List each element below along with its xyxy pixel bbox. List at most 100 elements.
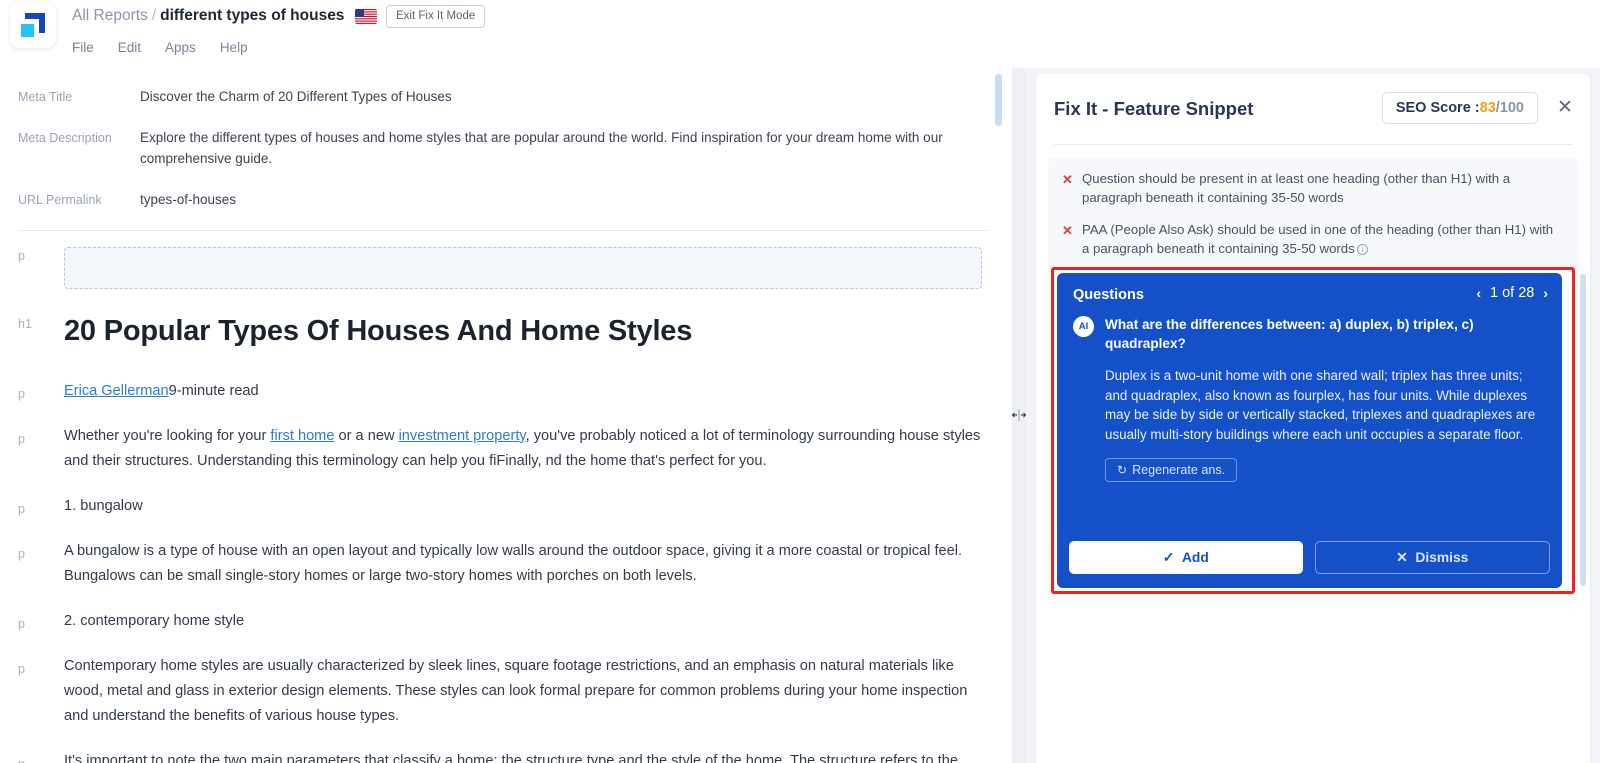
empty-paragraph-placeholder[interactable] [64,247,982,289]
prev-question-icon[interactable]: ‹ [1476,285,1481,301]
seo-score-total: /100 [1495,100,1524,116]
heading-row: h1 20 Popular Types Of Houses And Home S… [0,309,1012,351]
bungalow-paragraph[interactable]: A bungalow is a type of house with an op… [64,539,982,589]
first-home-link[interactable]: first home [270,428,334,444]
close-icon[interactable]: ✕ [1554,98,1576,120]
exit-fix-it-mode-button[interactable]: Exit Fix It Mode [386,5,486,28]
question-card-header: Questions ‹ 1 of 28 › [1057,273,1562,315]
add-label: Add [1181,549,1209,565]
seo-score-label: SEO Score : [1395,100,1480,116]
warning-item: ✕ PAA (People Also Ask) should be used i… [1062,221,1564,258]
question-pager: ‹ 1 of 28 › [1476,285,1548,301]
panel-scrollbar-thumb[interactable] [1580,274,1586,586]
menu-bar: File Edit Apps Help [72,40,248,55]
question-text: What are the differences between: a) dup… [1105,317,1474,351]
contemporary-paragraph[interactable]: Contemporary home styles are usually cha… [64,654,982,729]
regenerate-answer-button[interactable]: ↻ Regenerate ans. [1105,458,1238,482]
tag-p: p [18,617,25,631]
structure-paragraph-row: p It's important to note the two main pa… [0,749,1012,763]
questions-label: Questions [1073,287,1144,303]
dismiss-button[interactable]: ✕ Dismiss [1314,541,1550,574]
bungalow-heading[interactable]: 1. bungalow [64,494,143,519]
url-permalink-value[interactable]: types-of-houses [140,189,236,210]
meta-fields: Meta Title Discover the Charm of 20 Diff… [0,68,1012,231]
warning-text: PAA (People Also Ask) should be used in … [1082,221,1564,258]
author-link[interactable]: Erica Gellerman [64,383,169,399]
info-icon[interactable]: i [1356,243,1368,255]
tag-p: p [18,432,25,446]
menu-apps[interactable]: Apps [165,40,196,55]
tag-p: p [18,662,25,676]
bungalow-heading-row: p 1. bungalow [0,494,1012,519]
panel-title: Fix It - Feature Snippet [1054,98,1254,119]
warning-item: ✕ Question should be present in at least… [1062,170,1564,207]
meta-description-value[interactable]: Explore the different types of houses an… [140,127,960,169]
question-card-body: AI What are the differences between: a) … [1057,315,1562,444]
read-time: 9-minute read [168,383,259,399]
ai-badge-icon: AI [1073,316,1094,337]
warning-text-body: PAA (People Also Ask) should be used in … [1082,222,1554,256]
byline-text[interactable]: Erica Gellerman9-minute read [64,379,259,404]
seo-warnings-list: ✕ Question should be present in at least… [1048,158,1578,270]
error-x-icon: ✕ [1062,223,1073,238]
breadcrumb-all-reports[interactable]: All Reports [72,7,148,24]
right-panel-wrapper: Fix It - Feature Snippet SEO Score :83/1… [1026,68,1600,763]
seo-score-value: 83 [1479,100,1496,116]
app-logo[interactable] [10,2,56,48]
fix-it-panel: Fix It - Feature Snippet SEO Score :83/1… [1036,74,1590,763]
editor-scrollbar-thumb[interactable] [995,74,1002,126]
document-editor: Meta Title Discover the Charm of 20 Diff… [0,68,1012,763]
menu-file[interactable]: File [72,40,94,55]
contemporary-body-row: p Contemporary home styles are usually c… [0,654,1012,729]
meta-title-value[interactable]: Discover the Charm of 20 Different Types… [140,86,452,107]
tag-p: p [18,249,25,263]
intro-text-b: or a new [334,428,399,444]
url-permalink-label: URL Permalink [18,193,102,207]
dismiss-label: Dismiss [1415,549,1469,565]
intro-paragraph[interactable]: Whether you're looking for your first ho… [64,424,982,474]
editor-scrollbar-track[interactable] [995,68,1007,763]
panel-resize-handle[interactable] [1011,68,1027,763]
seo-score-badge[interactable]: SEO Score :83/100 [1381,92,1538,124]
contemporary-heading-row: p 2. contemporary home style [0,609,1012,634]
horizontal-resize-icon [1011,408,1027,422]
contemporary-heading[interactable]: 2. contemporary home style [64,609,244,634]
byline-row: p Erica Gellerman9-minute read [0,379,1012,404]
pager-count: 1 of 28 [1489,285,1535,301]
meta-description-label: Meta Description [18,131,112,145]
empty-paragraph-row: p [0,241,1012,289]
header-divider [1054,144,1572,145]
next-question-icon[interactable]: › [1543,285,1548,301]
menu-edit[interactable]: Edit [118,40,141,55]
top-bar: All Reports / different types of houses Ex… [0,0,1600,68]
check-icon: ✓ [1162,549,1182,565]
menu-help[interactable]: Help [220,40,248,55]
intro-text-a: Whether you're looking for your [64,428,271,444]
document-body: p h1 20 Popular Types Of Houses And Home… [0,231,1012,763]
refresh-icon: ↻ [1117,463,1128,477]
add-button[interactable]: ✓ Add [1069,541,1303,574]
tag-p: p [18,749,64,763]
x-icon: ✕ [1396,549,1416,565]
answer-text: Duplex is a two-unit home with one share… [1105,368,1536,442]
app-root: All Reports / different types of houses Ex… [0,0,1600,763]
breadcrumb-current: different types of houses [160,7,345,24]
breadcrumb-separator: / [151,7,157,24]
meta-title-label: Meta Title [18,90,73,104]
fix-it-header: Fix It - Feature Snippet SEO Score :83/1… [1036,74,1590,146]
question-content: What are the differences between: a) dup… [1105,315,1546,444]
tag-p: p [18,387,25,401]
structure-paragraph[interactable]: It's important to note the two main para… [64,749,982,763]
bungalow-body-row: p A bungalow is a type of house with an … [0,539,1012,589]
meta-description-row: Meta Description Explore the different t… [0,127,1012,169]
investment-property-link[interactable]: investment property [399,428,526,444]
us-flag-icon [355,9,377,24]
url-permalink-row: URL Permalink types-of-houses [0,189,1012,210]
structure-text-a: It's important to note the two main para… [64,753,958,763]
document-title[interactable]: 20 Popular Types Of Houses And Home Styl… [64,309,692,351]
regenerate-label: Regenerate ans. [1132,463,1226,477]
logo-icon [21,13,45,37]
meta-title-row: Meta Title Discover the Charm of 20 Diff… [0,86,1012,107]
warning-text: Question should be present in at least o… [1082,171,1511,205]
tag-p: p [18,547,25,561]
